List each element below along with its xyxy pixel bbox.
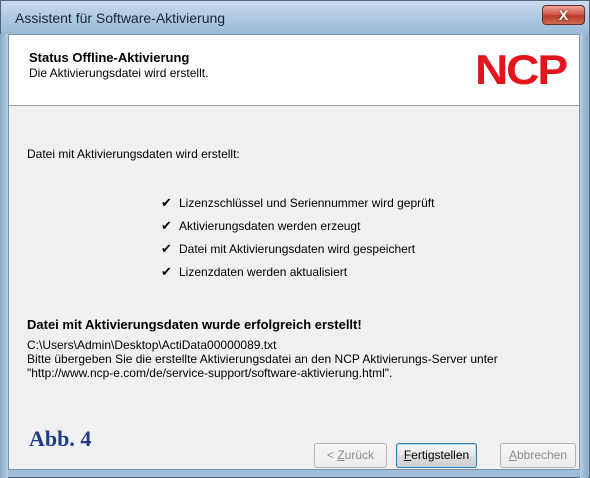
dialog-client-area: Status Offline-Aktivierung Die Aktivieru… xyxy=(8,34,580,470)
back-accesskey: Z xyxy=(337,448,345,462)
figure-label: Abb. 4 xyxy=(29,426,92,451)
finish-label: ertigstellen xyxy=(411,448,470,462)
window-title: Assistent für Software-Aktivierung xyxy=(15,10,226,26)
title-bar[interactable]: Assistent für Software-Aktivierung X xyxy=(1,1,589,35)
checklist-label: Lizenzdaten werden aktualisiert xyxy=(179,265,348,279)
checklist-item: ✔ Datei mit Aktivierungsdaten wird gespei… xyxy=(161,241,415,257)
back-label: urück xyxy=(344,448,375,462)
checklist-item: ✔ Lizenzdaten werden aktualisiert xyxy=(161,264,347,280)
checklist-item: ✔ Lizenzschlüssel und Seriennummer wird g… xyxy=(161,195,434,211)
ncp-logo: NCP xyxy=(475,46,568,93)
checkmark-icon: ✔ xyxy=(161,195,172,210)
back-button[interactable]: < Zurück xyxy=(314,443,387,468)
wizard-header: Status Offline-Aktivierung Die Aktivieru… xyxy=(9,35,579,106)
cancel-label: bbrechen xyxy=(516,448,568,462)
window-frame-right xyxy=(580,34,588,478)
success-message: Datei mit Aktivierungsdaten wurde erfolg… xyxy=(27,317,362,332)
page-subtitle: Die Aktivierungsdatei wird erstellt. xyxy=(29,66,209,80)
window-frame-left xyxy=(0,34,8,478)
checkmark-icon: ✔ xyxy=(161,218,172,233)
checkmark-icon: ✔ xyxy=(161,264,172,279)
close-icon: X xyxy=(558,7,569,23)
checkmark-icon: ✔ xyxy=(161,241,172,256)
checklist-label: Aktivierungsdaten werden erzeugt xyxy=(179,219,361,233)
instruction-line-1: Bitte übergeben Sie die erstellte Aktivi… xyxy=(27,352,498,366)
close-button[interactable]: X xyxy=(542,5,585,25)
cancel-button[interactable]: Abbrechen xyxy=(500,443,576,468)
instruction-line-2: "http://www.ncp-e.com/de/service-support… xyxy=(27,366,393,380)
intro-text: Datei mit Aktivierungsdaten wird erstell… xyxy=(27,147,240,161)
cancel-accesskey: A xyxy=(508,448,517,462)
back-prefix: < xyxy=(326,448,338,462)
finish-button[interactable]: Fertigstellen xyxy=(396,443,477,468)
checklist-label: Datei mit Aktivierungsdaten wird gespeic… xyxy=(179,242,416,256)
page-title: Status Offline-Aktivierung xyxy=(29,50,190,65)
checklist-label: Lizenzschlüssel und Seriennummer wird ge… xyxy=(179,196,435,210)
checklist-item: ✔ Aktivierungsdaten werden erzeugt xyxy=(161,218,360,234)
file-path: C:\Users\Admin\Desktop\ActiData00000089.… xyxy=(27,338,277,352)
